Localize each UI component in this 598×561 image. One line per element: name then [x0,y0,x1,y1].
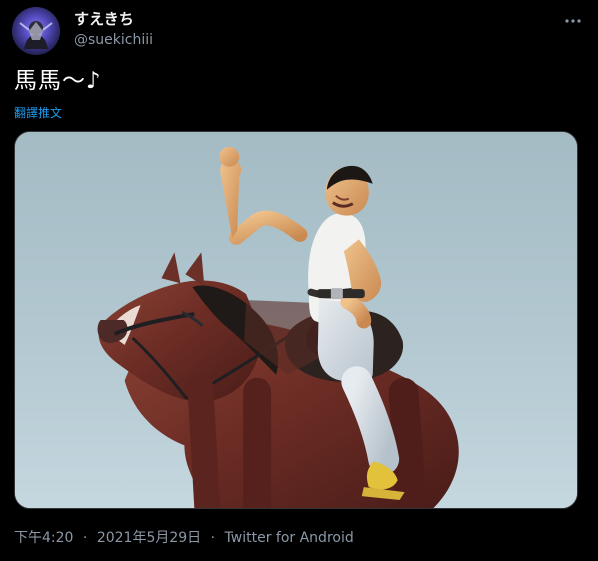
meta-separator-2: · [210,530,216,546]
more-button[interactable] [558,8,588,34]
tweet-time: 下午4:20 [14,530,74,546]
avatar-image [12,7,60,55]
author-block[interactable]: すえきち @suekichiii [74,10,153,49]
translate-tweet-link[interactable]: 翻譯推文 [14,104,62,121]
tweet-text: 馬馬～♪ [14,68,102,94]
more-icon [565,19,581,23]
tweet-card: すえきち @suekichiii 馬馬～♪ 翻譯推文 下午4:20 · 2021… [0,0,598,561]
tweet-source-link[interactable]: Twitter for Android [225,530,354,546]
avatar[interactable] [12,7,60,55]
tweet-date: 2021年5月29日 [96,530,202,546]
display-name[interactable]: すえきち [74,10,153,28]
tweet-meta: 下午4:20 · 2021年5月29日 · Twitter for Androi… [14,527,354,547]
photo-image [15,132,577,508]
tweet-media-photo[interactable] [14,131,578,509]
handle[interactable]: @suekichiii [74,32,153,49]
meta-separator: · [82,530,88,546]
